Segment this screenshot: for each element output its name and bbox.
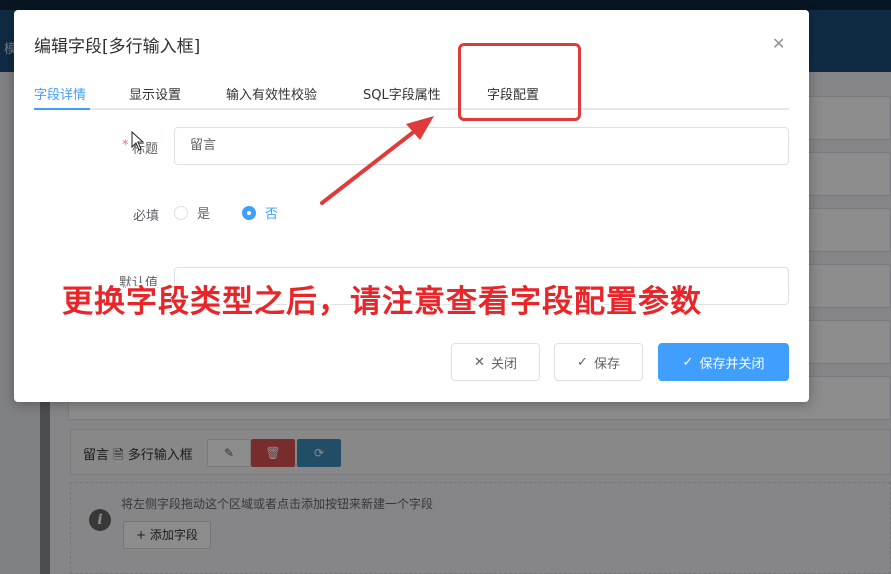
annotation-text: 更换字段类型之后，请注意查看字段配置参数 bbox=[62, 284, 702, 320]
mouse-cursor-icon bbox=[131, 131, 145, 151]
